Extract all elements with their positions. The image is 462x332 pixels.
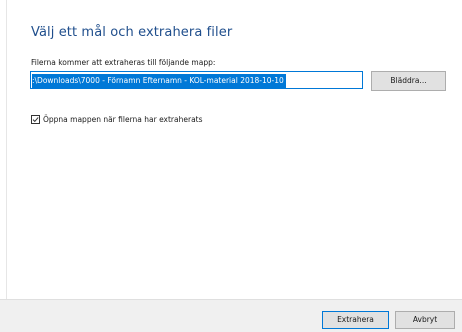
extract-dialog: Välj ett mål och extrahera filer Filerna… (0, 0, 462, 332)
checkmark-icon (32, 117, 39, 123)
open-folder-option[interactable]: Öppna mappen när filerna har extraherats (31, 115, 203, 124)
cancel-button[interactable]: Avbryt (395, 311, 455, 329)
open-folder-label: Öppna mappen när filerna har extraherats (43, 115, 203, 124)
open-folder-checkbox[interactable] (31, 115, 40, 124)
browse-button[interactable]: Bläddra... (371, 71, 446, 91)
dialog-footer: Extrahera Avbryt (0, 299, 462, 332)
destination-label: Filerna kommer att extraheras till följa… (31, 58, 216, 67)
destination-path-value: :\Downloads\7000 - Förnamn Efternamn - K… (32, 74, 286, 88)
extract-button[interactable]: Extrahera (322, 311, 389, 329)
dialog-heading: Välj ett mål och extrahera filer (31, 25, 233, 40)
window-edge (0, 0, 7, 332)
destination-path-input[interactable]: :\Downloads\7000 - Förnamn Efternamn - K… (30, 71, 363, 89)
